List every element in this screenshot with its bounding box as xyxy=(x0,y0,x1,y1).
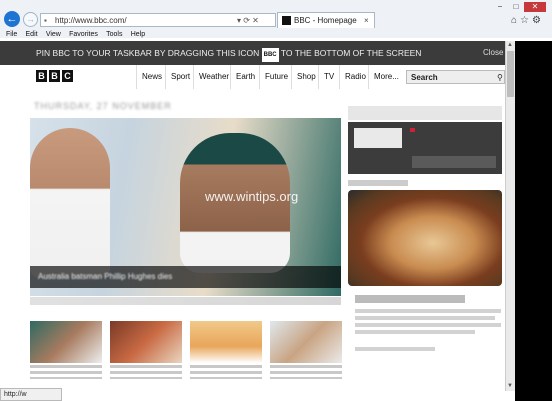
banner-close-button[interactable]: Close xyxy=(483,47,503,59)
hero-summary xyxy=(30,297,341,305)
sidebar-section-label xyxy=(348,180,408,186)
maximize-button[interactable]: □ xyxy=(508,2,524,12)
sidebar-ad[interactable] xyxy=(348,122,502,174)
hero-story-image[interactable]: Australia batsman Phillip Hughes dies xyxy=(30,118,341,296)
logo-letter-c: C xyxy=(62,70,73,82)
address-text[interactable]: http://www.bbc.com/ xyxy=(55,15,127,26)
status-bar: http://w xyxy=(0,388,62,401)
sidebar-heading xyxy=(348,106,502,120)
nav-future[interactable]: Future xyxy=(259,65,288,89)
story-thumbnail[interactable] xyxy=(110,321,182,363)
bbc-favicon-icon xyxy=(282,16,291,25)
bbc-pin-icon[interactable]: BBC xyxy=(261,48,279,62)
search-icon[interactable]: ⚲ xyxy=(497,72,503,83)
story-caption[interactable] xyxy=(270,365,342,379)
browser-chrome: ← → ▪ http://www.bbc.com/ ▾ ⟳ ✕ BBC - Ho… xyxy=(0,0,552,38)
logo-letter-b1: B xyxy=(36,70,47,82)
menu-file[interactable]: File xyxy=(6,30,17,40)
nav-earth[interactable]: Earth xyxy=(230,65,255,89)
page-icon: ▪ xyxy=(44,16,47,25)
watermark-text: www.wintips.org xyxy=(205,189,299,204)
date-label: THURSDAY, 27 NOVEMBER xyxy=(34,101,172,111)
story-caption[interactable] xyxy=(30,365,102,379)
address-tools-icon[interactable]: ▾ ⟳ ✕ xyxy=(237,15,259,27)
story-caption[interactable] xyxy=(110,365,182,379)
tab-title: BBC - Homepage xyxy=(294,16,357,25)
nav-weather[interactable]: Weather xyxy=(193,65,229,89)
nav-more[interactable]: More... xyxy=(368,65,399,89)
back-button[interactable]: ← xyxy=(4,11,20,27)
outside-window-area xyxy=(515,41,552,401)
banner-text-before: PIN BBC TO YOUR TASKBAR BY DRAGGING THIS… xyxy=(36,48,260,58)
pin-banner: PIN BBC TO YOUR TASKBAR BY DRAGGING THIS… xyxy=(0,41,505,65)
nav-tv[interactable]: TV xyxy=(318,65,334,89)
menu-help[interactable]: Help xyxy=(131,30,145,40)
window-controls: − □ ✕ xyxy=(492,2,546,12)
sidebar-story-line xyxy=(355,330,475,334)
sidebar-story-title[interactable] xyxy=(355,295,465,303)
scroll-up-icon[interactable]: ▲ xyxy=(507,42,513,49)
page-content: THURSDAY, 27 NOVEMBER Australia batsman … xyxy=(0,89,505,401)
sidebar-food-image[interactable] xyxy=(348,190,502,286)
nav-radio[interactable]: Radio xyxy=(339,65,366,89)
scroll-thumb[interactable] xyxy=(507,51,514,97)
hero-figure-left xyxy=(30,128,110,278)
sidebar-story-line xyxy=(355,316,495,320)
search-label: Search xyxy=(411,73,438,82)
sidebar-story-line xyxy=(355,347,435,351)
home-favorites-settings-icons[interactable]: ⌂☆⚙ xyxy=(511,15,544,26)
hero-caption[interactable]: Australia batsman Phillip Hughes dies xyxy=(38,271,172,283)
search-box[interactable]: Search ⚲ xyxy=(406,70,505,84)
story-caption[interactable] xyxy=(190,365,262,379)
bbc-navigation: BBC News Sport Weather Earth Future Shop… xyxy=(0,65,505,90)
story-thumbnail[interactable] xyxy=(190,321,262,363)
logo-letter-b2: B xyxy=(49,70,60,82)
story-thumbnail[interactable] xyxy=(30,321,102,363)
nav-sport[interactable]: Sport xyxy=(165,65,190,89)
scroll-down-icon[interactable]: ▼ xyxy=(507,383,513,390)
nav-shop[interactable]: Shop xyxy=(291,65,316,89)
minimize-button[interactable]: − xyxy=(492,2,508,12)
ad-image xyxy=(354,128,402,148)
tab-bbc-homepage[interactable]: BBC - Homepage × xyxy=(277,12,375,28)
menu-view[interactable]: View xyxy=(46,30,61,40)
nav-news[interactable]: News xyxy=(136,65,162,89)
banner-text: PIN BBC TO YOUR TASKBAR BY DRAGGING THIS… xyxy=(36,47,421,62)
ad-accent xyxy=(410,128,415,132)
sidebar-story-line xyxy=(355,309,501,313)
status-text: http://w xyxy=(4,391,27,398)
forward-button[interactable]: → xyxy=(23,12,38,27)
story-thumbnail[interactable] xyxy=(270,321,342,363)
address-bar[interactable]: ▪ http://www.bbc.com/ ▾ ⟳ ✕ xyxy=(40,13,276,27)
menu-edit[interactable]: Edit xyxy=(26,30,38,40)
tab-close-icon[interactable]: × xyxy=(364,15,369,26)
banner-text-after: TO THE BOTTOM OF THE SCREEN xyxy=(280,48,422,58)
menu-tools[interactable]: Tools xyxy=(106,30,122,40)
hero-caption-bar[interactable]: Australia batsman Phillip Hughes dies xyxy=(30,266,341,288)
menu-favorites[interactable]: Favorites xyxy=(69,30,98,40)
sidebar-story-line xyxy=(355,323,501,327)
vertical-scrollbar[interactable]: ▲ ▼ xyxy=(505,41,515,391)
close-window-button[interactable]: ✕ xyxy=(524,2,546,12)
ad-button[interactable] xyxy=(412,156,496,168)
menu-bar: File Edit View Favorites Tools Help xyxy=(0,29,552,39)
bbc-logo[interactable]: BBC xyxy=(36,70,75,82)
